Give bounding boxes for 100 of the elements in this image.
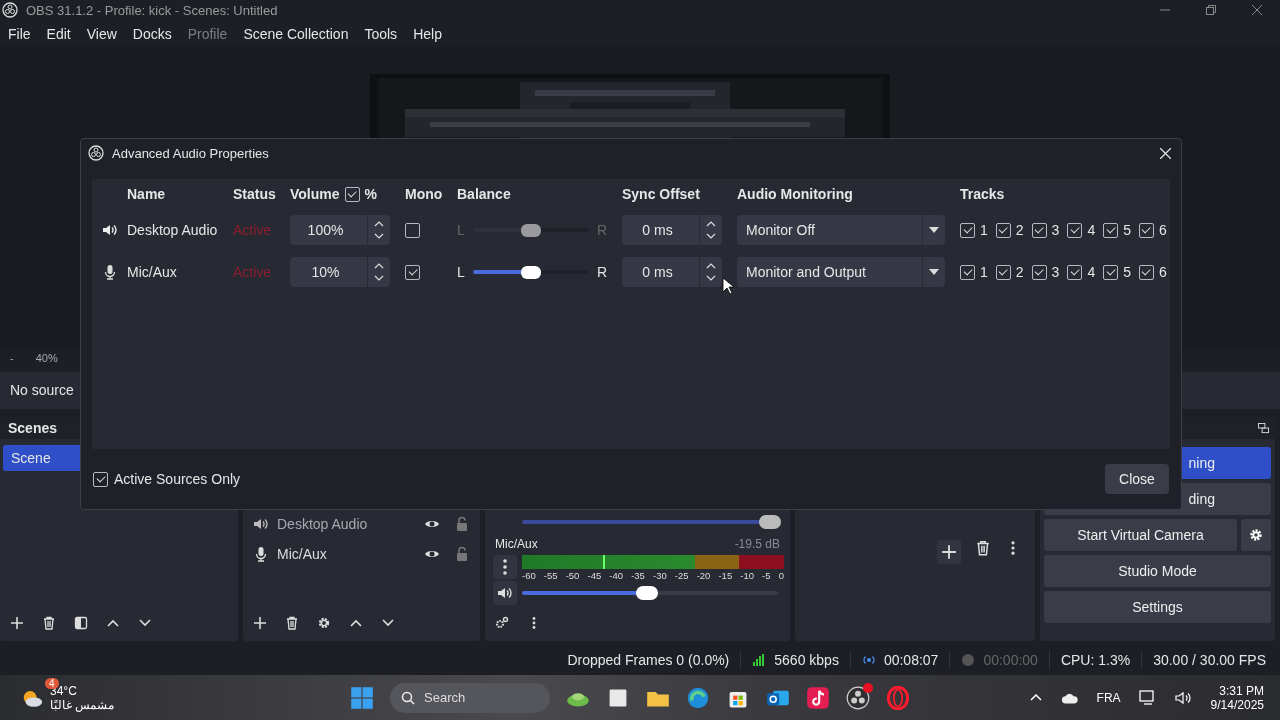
track-checkbox[interactable] <box>1103 264 1119 280</box>
track-checkbox[interactable] <box>995 222 1011 238</box>
meter-scale-label: -55 <box>543 570 558 582</box>
track-checkbox[interactable] <box>960 222 975 238</box>
meter-scale-label: -60 <box>522 570 536 582</box>
dropped-frames: Dropped Frames 0 (0.0%) <box>567 652 730 669</box>
track-checkbox[interactable] <box>1067 222 1083 238</box>
menu-item[interactable]: Tools <box>364 25 407 42</box>
window-title: OBS 31.1.2 - Profile: kick - Scenes: Untitled <box>26 2 279 18</box>
status-text: Active <box>233 222 273 238</box>
weather-text: مشمس غالبًا <box>50 697 115 712</box>
balance-slider[interactable] <box>472 265 589 279</box>
record-dot-icon <box>961 653 976 668</box>
undock-icon[interactable] <box>1258 422 1269 434</box>
monitoring-dropdown[interactable]: Monitor and Output <box>737 257 945 287</box>
signal-bars-icon <box>752 653 767 668</box>
clock-time[interactable]: 3:31 PM <box>1219 683 1264 698</box>
music-note-icon[interactable] <box>806 685 830 710</box>
balance-right-label: R <box>596 264 607 280</box>
close-button[interactable]: Close <box>1105 464 1169 494</box>
balance-right-label: R <box>596 222 607 238</box>
column-header: Status <box>233 186 277 202</box>
menu-item[interactable]: Edit <box>46 25 80 42</box>
source-item[interactable]: Desktop Audio <box>243 509 480 540</box>
ring-icon[interactable] <box>886 685 910 710</box>
trash-icon[interactable] <box>285 616 299 631</box>
speaker-icon[interactable] <box>1174 689 1193 706</box>
sync-offset-spinbox[interactable]: 0 ms <box>622 215 722 245</box>
zoom-out-button[interactable]: - <box>10 352 14 365</box>
lock-icon[interactable] <box>454 516 470 533</box>
trash-icon[interactable] <box>975 540 991 557</box>
restore-icon[interactable] <box>1206 5 1216 16</box>
meter-scale-label: -35 <box>631 570 645 582</box>
menu-item[interactable]: Help <box>413 25 451 42</box>
track-label: 4 <box>1087 222 1096 238</box>
volume-slider[interactable] <box>522 515 778 530</box>
network-icon[interactable] <box>1138 689 1157 706</box>
control-button[interactable]: Settings <box>1044 591 1271 624</box>
language-indicator[interactable]: FRA <box>1096 690 1121 705</box>
cpu-usage: CPU: 1.3% <box>1060 652 1131 669</box>
track-checkbox[interactable] <box>995 264 1011 280</box>
menu-item[interactable]: File <box>8 25 40 42</box>
track-checkbox[interactable] <box>1103 222 1119 238</box>
swirl-icon[interactable] <box>686 685 710 710</box>
channel-db-reading: -19.5 dB <box>734 537 780 552</box>
menu-item[interactable]: View <box>86 25 126 42</box>
source-item[interactable]: Mic/Aux <box>243 539 480 570</box>
checkbox-label: % <box>364 186 377 202</box>
track-label: 3 <box>1051 222 1060 238</box>
checkbox-label: Active Sources Only <box>114 471 242 487</box>
windows-logo-icon[interactable] <box>350 685 374 710</box>
menu-item[interactable]: Scene Collection <box>243 25 358 42</box>
track-checkbox[interactable] <box>1139 222 1154 238</box>
app-logo-icon <box>2 2 18 19</box>
add-icon[interactable] <box>937 540 961 565</box>
track-label: 6 <box>1159 222 1167 238</box>
sync-offset-spinbox[interactable]: 0 ms <box>622 257 722 287</box>
more-icon[interactable] <box>493 555 517 580</box>
column-header: Balance <box>457 186 512 202</box>
no-source-text: No source <box>10 382 74 399</box>
control-button[interactable]: Start Virtual Camera <box>1044 519 1237 552</box>
active-sources-checkbox[interactable] <box>93 471 108 487</box>
track-checkbox[interactable] <box>1031 222 1047 238</box>
monitoring-dropdown[interactable]: Monitor Off <box>737 215 945 245</box>
stream-time: 00:08:07 <box>883 652 939 669</box>
mono-checkbox[interactable] <box>405 222 420 238</box>
track-label: 1 <box>980 222 988 238</box>
track-checkbox[interactable] <box>1139 264 1154 280</box>
track-checkbox[interactable] <box>960 264 975 280</box>
zoom-level: 40% <box>35 352 58 365</box>
clock-date[interactable]: 9/14/2025 <box>1210 697 1264 712</box>
add-icon[interactable] <box>253 616 267 631</box>
dialog-title: Advanced Audio Properties <box>112 145 270 161</box>
meter-scale-label: -15 <box>718 570 733 582</box>
lock-icon[interactable] <box>454 546 470 563</box>
volume-slider[interactable] <box>522 586 778 601</box>
track-checkbox[interactable] <box>1031 264 1047 280</box>
mono-checkbox[interactable] <box>405 264 420 280</box>
speaker-icon[interactable] <box>493 581 517 606</box>
track-checkbox[interactable] <box>1067 264 1083 280</box>
settings-icon[interactable] <box>1241 519 1271 552</box>
volume-spinbox[interactable]: 100% <box>290 215 390 245</box>
notification-dot-icon <box>863 682 873 693</box>
track-label: 5 <box>1123 222 1131 238</box>
caret-icon <box>929 269 939 275</box>
filter-icon[interactable] <box>74 616 88 631</box>
gear-icon[interactable] <box>317 616 331 631</box>
search-field[interactable]: Search <box>390 682 550 713</box>
volume-spinbox[interactable]: 10% <box>290 257 390 287</box>
gears-icon[interactable] <box>495 616 509 631</box>
meter-scale-label: -10 <box>740 570 754 582</box>
column-header: Sync Offset <box>622 186 701 202</box>
column-header: Tracks <box>960 186 1006 202</box>
percent-checkbox[interactable] <box>344 186 360 202</box>
menu-item[interactable]: Docks <box>132 25 181 42</box>
dock-title: Scenes <box>8 420 58 437</box>
trash-icon[interactable] <box>42 616 56 631</box>
control-button[interactable]: Studio Mode <box>1044 555 1271 588</box>
meter-scale-label: -40 <box>609 570 624 582</box>
add-icon[interactable] <box>10 616 24 631</box>
